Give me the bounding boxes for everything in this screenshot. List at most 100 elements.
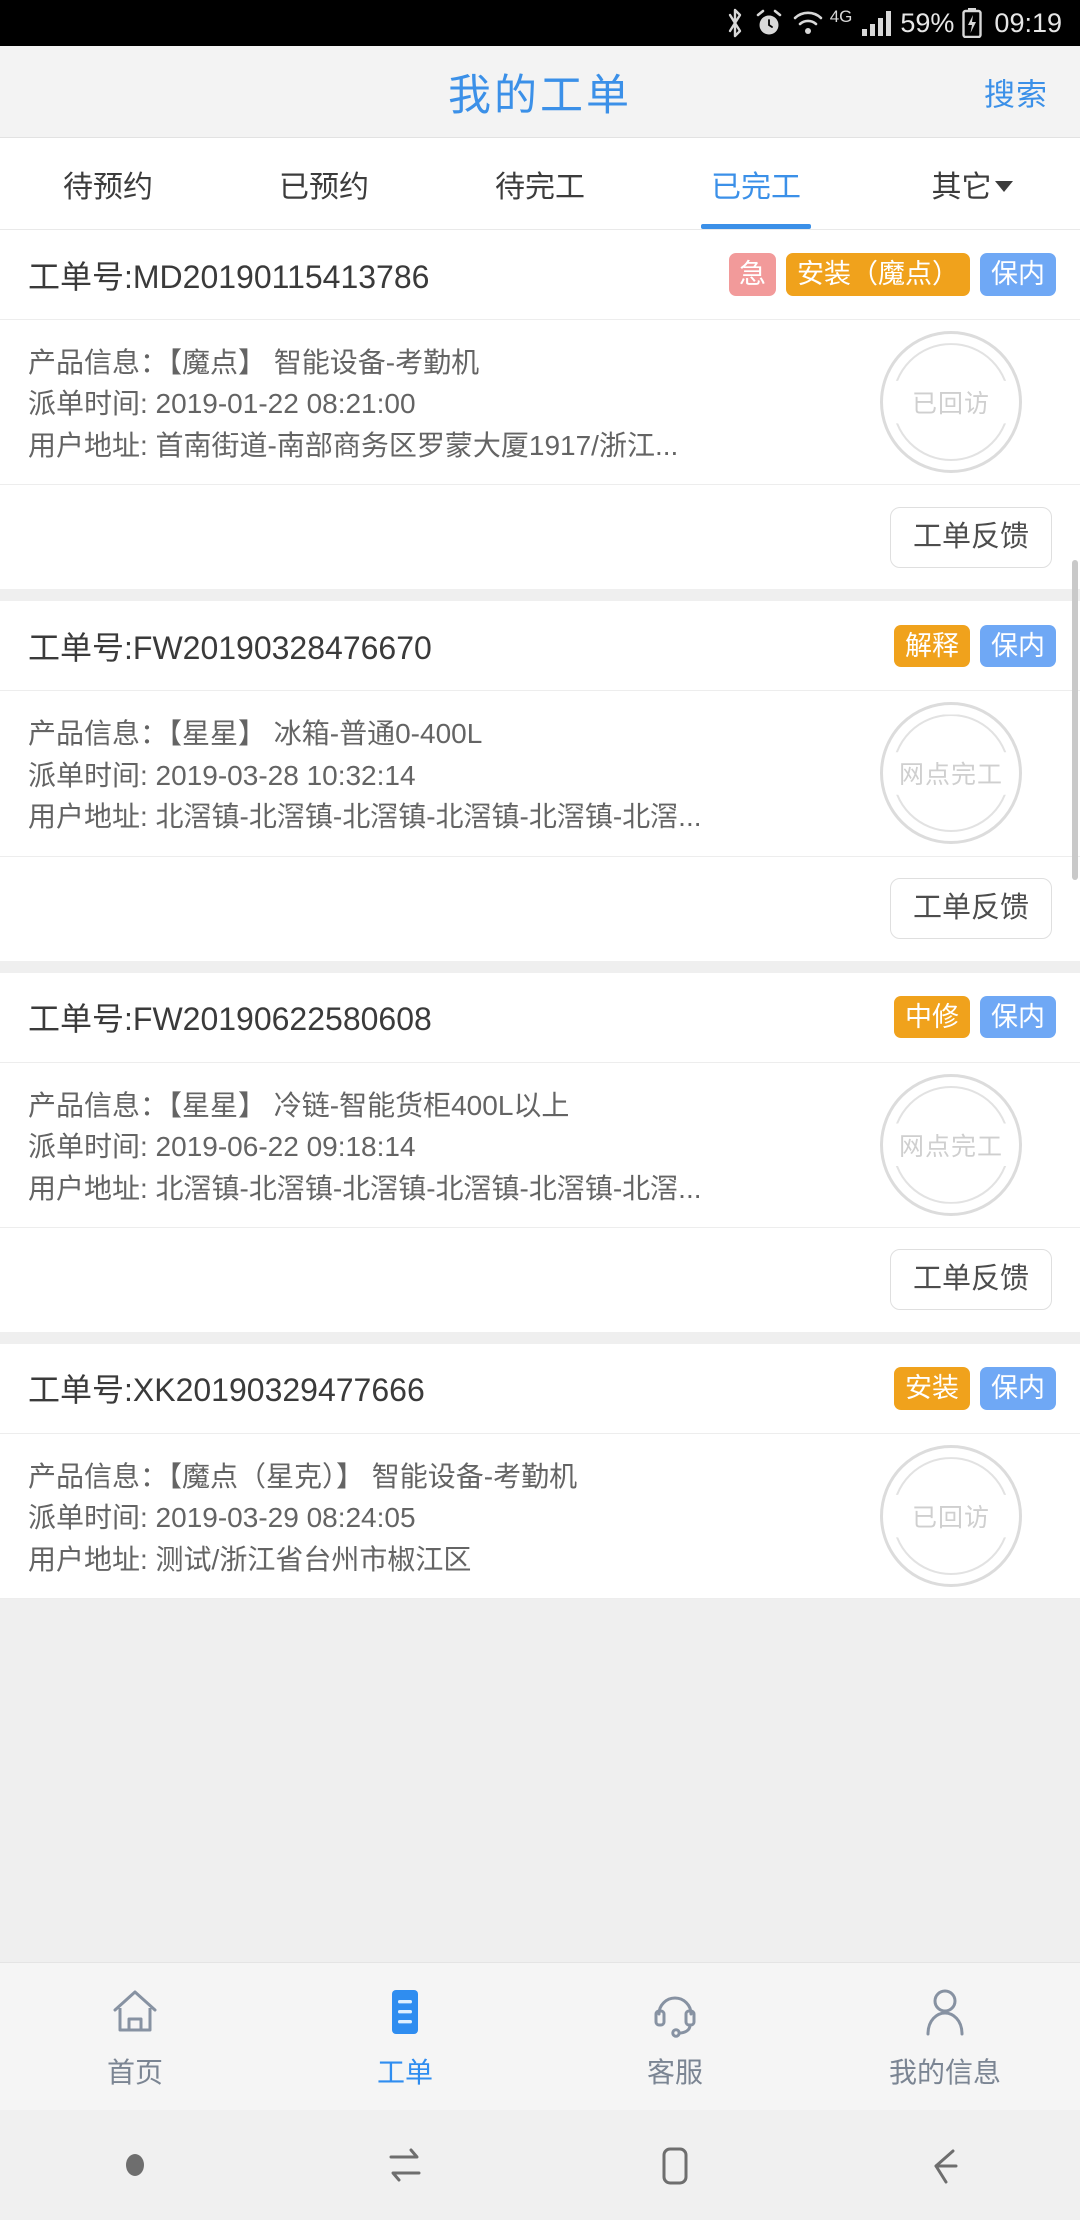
tab-appointed[interactable]: 已预约 — [216, 138, 432, 229]
status-badge-type: 安装 — [894, 1367, 970, 1410]
status-badge-warranty: 保内 — [980, 1367, 1056, 1410]
feedback-button[interactable]: 工单反馈 — [889, 878, 1052, 940]
nav-item-work-orders[interactable]: 工单 — [270, 1983, 540, 2091]
status-stamp-label: 网点完工 — [898, 1132, 1003, 1161]
badge-group: 解释 保内 — [894, 624, 1056, 667]
clock-label: 09:19 — [994, 7, 1062, 38]
work-order-card[interactable]: 工单号:FW20190328476670 解释 保内 产品信息：【星星】 冰箱-… — [0, 601, 1080, 961]
tab-label: 其它 — [931, 170, 992, 204]
home-icon — [109, 1983, 161, 2041]
work-order-list[interactable]: 工单号:MD20190115413786 急 安装（魔点） 保内 产品信息：【魔… — [0, 230, 1080, 1962]
card-header: 工单号:FW20190622580608 中修 保内 — [0, 973, 1080, 1063]
bluetooth-icon — [724, 7, 746, 39]
status-stamp: 已回访 — [880, 1445, 1022, 1588]
product-info: 产品信息：【魔点（星克）】 智能设备-考勤机 — [28, 1460, 578, 1492]
tab-pending-completion[interactable]: 待完工 — [432, 138, 648, 229]
order-number: 工单号:MD20190115413786 — [28, 258, 430, 295]
product-info: 产品信息：【魔点】 智能设备-考勤机 — [28, 347, 480, 378]
card-body: 产品信息：【星星】 冷链-智能货柜400L以上 派单时间: 2019-06-22… — [0, 1063, 1080, 1228]
back-arrow-icon[interactable] — [810, 2139, 1080, 2191]
recents-icon[interactable] — [270, 2139, 540, 2191]
feedback-button[interactable]: 工单反馈 — [889, 506, 1052, 568]
status-stamp-label: 已回访 — [911, 1504, 990, 1533]
card-body: 产品信息：【魔点】 智能设备-考勤机 派单时间: 2019-01-22 08:2… — [0, 320, 1080, 486]
tab-label: 待完工 — [495, 170, 585, 204]
nav-item-customer-service[interactable]: 客服 — [540, 1983, 810, 2091]
nav-label: 首页 — [106, 2056, 163, 2088]
card-body: 产品信息：【魔点（星克）】 智能设备-考勤机 派单时间: 2019-03-29 … — [0, 1434, 1080, 1600]
order-number: 工单号:XK20190329477666 — [28, 1372, 425, 1409]
alarm-icon — [754, 8, 784, 38]
tab-label: 已预约 — [279, 170, 369, 204]
card-footer: 工单反馈 — [0, 485, 1080, 589]
tab-bar: 待预约 已预约 待完工 已完工 其它 — [0, 138, 1080, 230]
product-info: 产品信息：【星星】 冰箱-普通0-400L — [28, 718, 483, 750]
badge-group: 急 安装（魔点） 保内 — [729, 253, 1056, 296]
status-badge-warranty: 保内 — [980, 253, 1056, 296]
status-stamp: 网点完工 — [880, 1073, 1022, 1216]
tab-other[interactable]: 其它 — [864, 138, 1080, 229]
card-body: 产品信息：【星星】 冰箱-普通0-400L 派单时间: 2019-03-28 1… — [0, 691, 1080, 857]
battery-icon — [962, 8, 983, 38]
tab-completed[interactable]: 已完工 — [648, 138, 864, 229]
signal-icon — [860, 9, 892, 37]
battery-percent-label: 59% — [900, 7, 955, 38]
tab-label: 待预约 — [63, 170, 153, 204]
phone-screen: 4G 59% 09:19 我的工单 搜索 待预约 已预约 待完工 已完工 其它 — [0, 0, 1080, 2220]
network-4g-label: 4G — [829, 6, 853, 26]
home-square-icon[interactable] — [540, 2139, 810, 2191]
headset-icon — [649, 1983, 701, 2041]
user-address: 用户地址: 北滘镇-北滘镇-北滘镇-北滘镇-北滘镇-北滘... — [28, 1172, 702, 1204]
dispatch-time: 派单时间: 2019-06-22 09:18:14 — [28, 1131, 416, 1163]
status-stamp: 已回访 — [880, 331, 1022, 474]
nav-item-my-info[interactable]: 我的信息 — [810, 1983, 1080, 2091]
page-title: 我的工单 — [448, 71, 632, 120]
user-address: 用户地址: 测试/浙江省台州市椒江区 — [28, 1543, 472, 1575]
tab-pending-appointment[interactable]: 待预约 — [0, 138, 216, 229]
nav-item-home[interactable]: 首页 — [0, 1983, 270, 2091]
status-badge-warranty: 保内 — [980, 624, 1056, 667]
dispatch-time: 派单时间: 2019-03-29 08:24:05 — [28, 1502, 416, 1534]
card-footer: 工单反馈 — [0, 1228, 1080, 1332]
status-badge-type: 中修 — [894, 995, 970, 1039]
status-stamp: 网点完工 — [880, 702, 1022, 845]
badge-group: 安装 保内 — [894, 1367, 1056, 1410]
dispatch-time: 派单时间: 2019-01-22 08:21:00 — [28, 388, 416, 420]
product-info: 产品信息：【星星】 冷链-智能货柜400L以上 — [28, 1089, 570, 1121]
work-order-card[interactable]: 工单号:XK20190329477666 安装 保内 产品信息：【魔点（星克）】… — [0, 1343, 1080, 1600]
scrollbar[interactable] — [1072, 560, 1078, 880]
status-badge-warranty: 保内 — [980, 995, 1056, 1039]
tab-label: 已完工 — [711, 170, 801, 204]
card-header: 工单号:FW20190328476670 解释 保内 — [0, 601, 1080, 692]
order-number: 工单号:FW20190622580608 — [28, 1001, 432, 1038]
nav-label: 工单 — [376, 2056, 433, 2088]
status-bar: 4G 59% 09:19 — [0, 0, 1080, 46]
badge-group: 中修 保内 — [894, 995, 1056, 1039]
work-order-card[interactable]: 工单号:FW20190622580608 中修 保内 产品信息：【星星】 冷链-… — [0, 972, 1080, 1332]
chevron-down-icon — [994, 181, 1013, 192]
status-badge-type: 解释 — [894, 624, 970, 667]
list-icon — [379, 1983, 431, 2041]
status-badge-urgent: 急 — [729, 253, 776, 296]
nav-label: 客服 — [646, 2056, 703, 2088]
app-title-bar: 我的工单 搜索 — [0, 46, 1080, 138]
user-address: 用户地址: 首南街道-南部商务区罗蒙大厦1917/浙江... — [28, 429, 679, 461]
status-badge-type: 安装（魔点） — [786, 253, 970, 296]
wifi-icon — [792, 8, 824, 38]
status-stamp-label: 网点完工 — [898, 761, 1003, 790]
dispatch-time: 派单时间: 2019-03-28 10:32:14 — [28, 759, 416, 791]
search-button[interactable]: 搜索 — [984, 69, 1048, 114]
bottom-navigation: 首页 工单 客服 我的信息 — [0, 1962, 1080, 2110]
dot-indicator — [0, 2154, 270, 2176]
status-stamp-label: 已回访 — [911, 390, 990, 419]
card-header: 工单号:MD20190115413786 急 安装（魔点） 保内 — [0, 230, 1080, 320]
system-navigation-bar — [0, 2110, 1080, 2220]
work-order-card[interactable]: 工单号:MD20190115413786 急 安装（魔点） 保内 产品信息：【魔… — [0, 230, 1080, 590]
order-number: 工单号:FW20190328476670 — [28, 629, 432, 666]
card-header: 工单号:XK20190329477666 安装 保内 — [0, 1344, 1080, 1434]
person-icon — [919, 1983, 971, 2041]
nav-label: 我的信息 — [888, 2056, 1001, 2088]
user-address: 用户地址: 北滘镇-北滘镇-北滘镇-北滘镇-北滘镇-北滘... — [28, 801, 702, 833]
card-footer: 工单反馈 — [0, 857, 1080, 961]
feedback-button[interactable]: 工单反馈 — [889, 1249, 1052, 1311]
